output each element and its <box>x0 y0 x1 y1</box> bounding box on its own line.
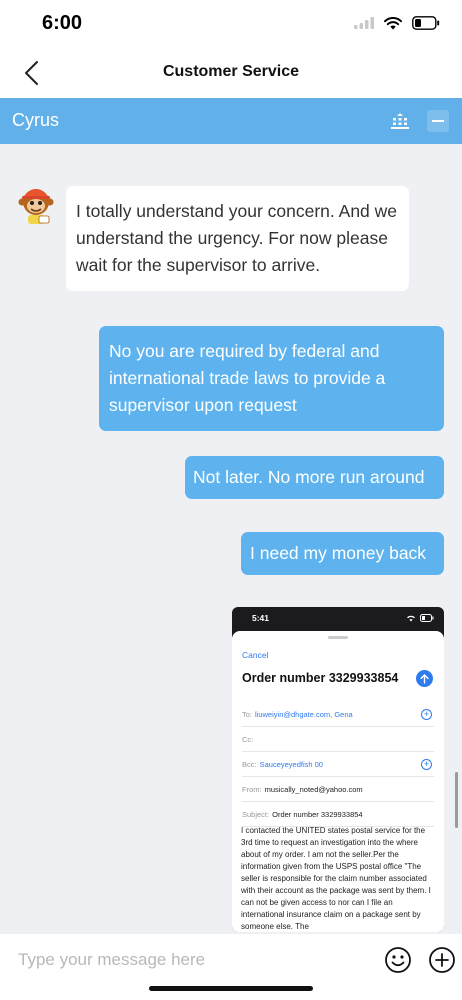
call-button[interactable] <box>388 109 412 133</box>
mail-cc-row: Cc: <box>242 727 434 752</box>
signal-icon <box>354 17 374 29</box>
emoji-button[interactable] <box>384 946 412 974</box>
mail-to-value: liuweiyin@dhgate.com, Gena <box>255 709 353 719</box>
mail-subject-label: Subject: <box>242 809 270 819</box>
status-icons <box>354 16 440 30</box>
mail-subject-title: Order number 3329933854 <box>242 671 399 685</box>
status-bar: 6:00 <box>0 0 462 48</box>
monkey-avatar-icon <box>18 189 54 224</box>
agent-bar: Cyrus <box>0 98 462 144</box>
user-message: Not later. No more run around <box>185 456 444 499</box>
add-recipient-icon: + <box>421 709 432 720</box>
attachment-status-bar: 5:41 <box>232 607 444 631</box>
attachment-status-icons <box>406 614 434 622</box>
plus-circle-icon <box>429 947 455 973</box>
phone-dial-icon <box>391 113 409 129</box>
mail-subject-row: Subject: Order number 3329933854 <box>242 802 434 827</box>
mail-cancel-label: Cancel <box>242 650 269 660</box>
wifi-icon <box>407 615 415 622</box>
user-message: No you are required by federal and inter… <box>99 326 444 431</box>
mail-bcc-value: Sauceyeyedfish 00 <box>259 759 323 769</box>
wifi-icon <box>384 16 402 29</box>
attachment-time: 5:41 <box>252 613 270 623</box>
chat-area[interactable]: I totally understand your concern. And w… <box>0 144 462 934</box>
battery-icon <box>412 16 440 30</box>
add-recipient-icon: + <box>421 759 432 770</box>
nav-bar: Customer Service <box>0 48 462 98</box>
agent-actions <box>388 109 450 133</box>
mail-cc-label: Cc: <box>242 734 254 744</box>
mail-compose-sheet: Cancel Order number 3329933854 To: liuwe… <box>232 631 444 932</box>
image-attachment[interactable]: 5:41 Cancel Order number 3329933854 To: … <box>232 607 444 932</box>
add-button[interactable] <box>428 946 456 974</box>
user-message: I need my money back <box>241 532 444 575</box>
minimize-button[interactable] <box>426 109 450 133</box>
smiley-icon <box>385 947 411 973</box>
mail-to-label: To: <box>242 709 253 719</box>
page-title: Customer Service <box>162 63 300 80</box>
message-input[interactable] <box>8 944 204 976</box>
battery-icon <box>420 614 434 622</box>
minimize-icon <box>427 110 449 132</box>
mail-bcc-row: Bcc: Sauceyeyedfish 00 + <box>242 752 434 777</box>
send-arrow-icon <box>416 670 433 687</box>
mail-from-row: From: musically_noted@yahoo.com <box>242 777 434 802</box>
mail-subject-value: Order number 3329933854 <box>272 809 363 819</box>
status-time: 6:00 <box>42 12 83 34</box>
agent-message: I totally understand your concern. And w… <box>66 186 409 291</box>
scrollbar[interactable] <box>455 772 458 828</box>
agent-avatar <box>16 184 58 226</box>
mail-body: I contacted the UNITED states postal ser… <box>241 826 431 931</box>
mail-from-value: musically_noted@yahoo.com <box>264 784 363 794</box>
mail-from-label: From: <box>242 784 262 794</box>
mail-to-row: To: liuweiyin@dhgate.com, Gena + <box>242 702 434 727</box>
mail-bcc-label: Bcc: <box>242 759 257 769</box>
agent-name: Cyrus <box>12 110 60 130</box>
sheet-grabber <box>328 636 348 639</box>
home-indicator <box>149 986 313 991</box>
